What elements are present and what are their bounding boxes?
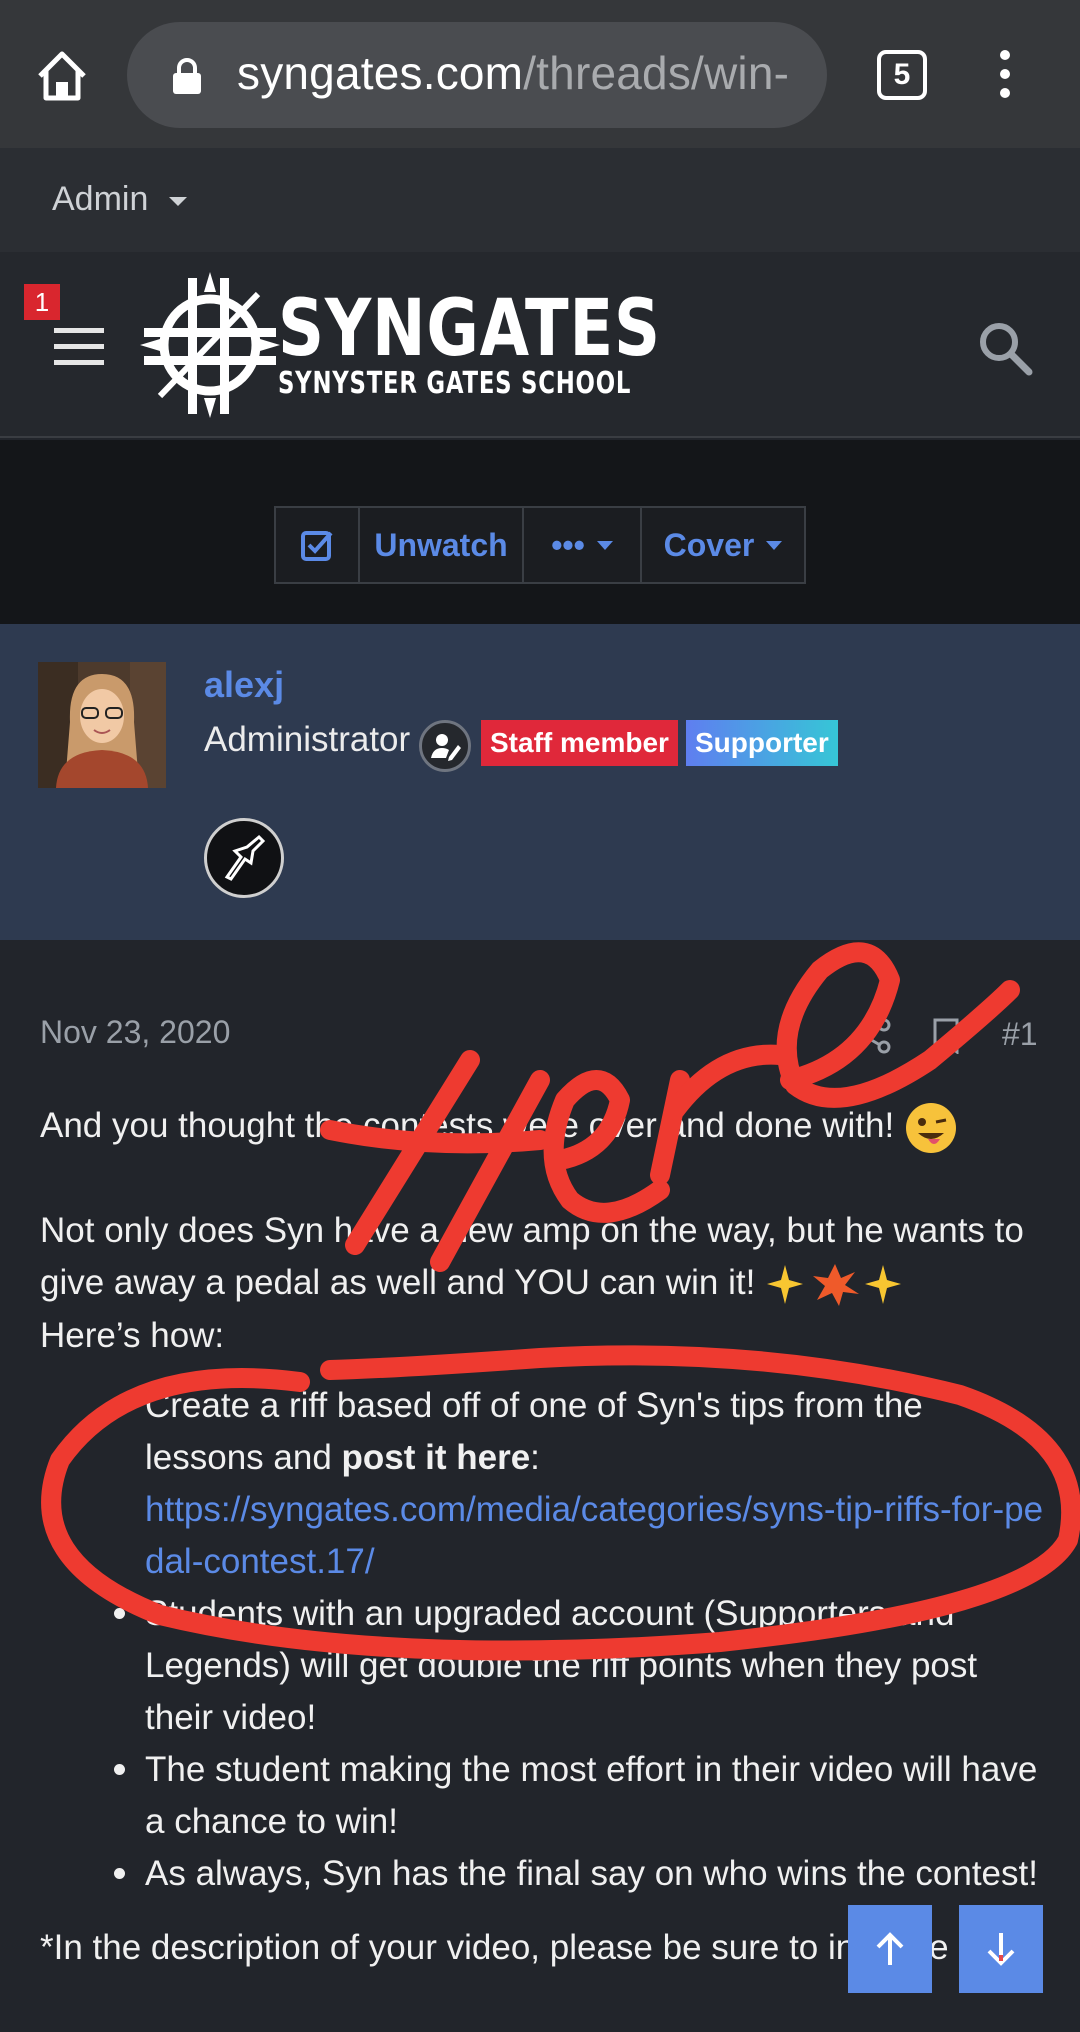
contest-media-link[interactable]: https://syngates.com/media/categories/sy… xyxy=(145,1490,1043,1581)
guitar-trophy-icon[interactable] xyxy=(204,818,284,898)
staff-member-badge: Staff member xyxy=(481,720,678,766)
checkbox-icon xyxy=(301,531,333,561)
post-number-link[interactable]: #1 xyxy=(1002,1016,1038,1053)
site-header: 1 SYNGATES SYNYSTER GATES SCHOOL xyxy=(0,252,1080,438)
post-body: And you thought the contests were over a… xyxy=(40,1100,1050,2024)
more-options-button[interactable]: ••• xyxy=(524,508,642,582)
arrow-down-icon xyxy=(987,1933,1015,1966)
caret-down-icon xyxy=(766,540,783,550)
list-item: Students with an upgraded account (Suppo… xyxy=(40,1588,1050,1744)
author-title: Administrator xyxy=(204,720,411,759)
share-icon[interactable] xyxy=(856,1018,892,1054)
post-author-block: alexj Administrator Staff member Support… xyxy=(0,624,1080,940)
thread-actions-toolbar: Unwatch ••• Cover xyxy=(274,506,806,584)
search-icon[interactable] xyxy=(975,318,1035,378)
author-username[interactable]: alexj xyxy=(204,664,284,706)
bookmark-icon[interactable] xyxy=(932,1018,960,1054)
post-date[interactable]: Nov 23, 2020 xyxy=(40,1014,230,1051)
chevron-down-icon[interactable] xyxy=(168,196,188,208)
list-item: Create a riff based off of one of Syn's … xyxy=(40,1380,1050,1588)
url-text: syngates.com/threads/win- xyxy=(237,47,790,99)
post-message: Nov 23, 2020 #1 And you thought the cont… xyxy=(0,940,1080,2032)
home-icon[interactable] xyxy=(34,48,90,104)
lock-icon xyxy=(173,58,201,94)
tab-switcher-button[interactable]: 5 xyxy=(877,50,927,100)
admin-menu-label[interactable]: Admin xyxy=(52,180,148,219)
hamburger-menu-icon[interactable] xyxy=(54,328,104,366)
logo-subtitle: SYNYSTER GATES SCHOOL xyxy=(278,366,632,401)
scroll-to-bottom-button[interactable] xyxy=(959,1905,1043,1993)
post-paragraph: And you thought the contests were over a… xyxy=(40,1100,1050,1155)
list-item: The student making the most effort in th… xyxy=(40,1744,1050,1848)
caret-down-icon xyxy=(596,540,613,550)
notification-badge: 1 xyxy=(24,284,60,320)
thread-actions-area: Unwatch ••• Cover xyxy=(0,440,1080,624)
admin-bar: Admin xyxy=(0,148,1080,252)
arrow-up-icon xyxy=(876,1932,904,1965)
supporter-badge: Supporter xyxy=(686,720,838,766)
post-paragraph: Not only does Syn have a new amp on the … xyxy=(40,1210,1024,1355)
more-vert-icon[interactable] xyxy=(990,50,1020,100)
winking-face-emoji-icon xyxy=(905,1102,956,1153)
logo-title: SYNGATES xyxy=(278,284,661,374)
list-item: As always, Syn has the final say on who … xyxy=(40,1848,1050,1900)
sparkles-emoji-icon xyxy=(767,1263,902,1306)
rules-list: Create a riff based off of one of Syn's … xyxy=(40,1380,1050,1900)
syngates-logo-icon[interactable] xyxy=(140,272,280,418)
user-avatar[interactable] xyxy=(38,662,166,788)
select-checkbox-button[interactable] xyxy=(276,508,360,582)
cover-button[interactable]: Cover xyxy=(642,508,804,582)
browser-toolbar: syngates.com/threads/win- 5 xyxy=(0,0,1080,148)
unwatch-button[interactable]: Unwatch xyxy=(360,508,524,582)
address-bar[interactable]: syngates.com/threads/win- xyxy=(127,22,827,128)
scroll-to-top-button[interactable] xyxy=(848,1905,932,1993)
admin-role-icon xyxy=(419,720,471,772)
